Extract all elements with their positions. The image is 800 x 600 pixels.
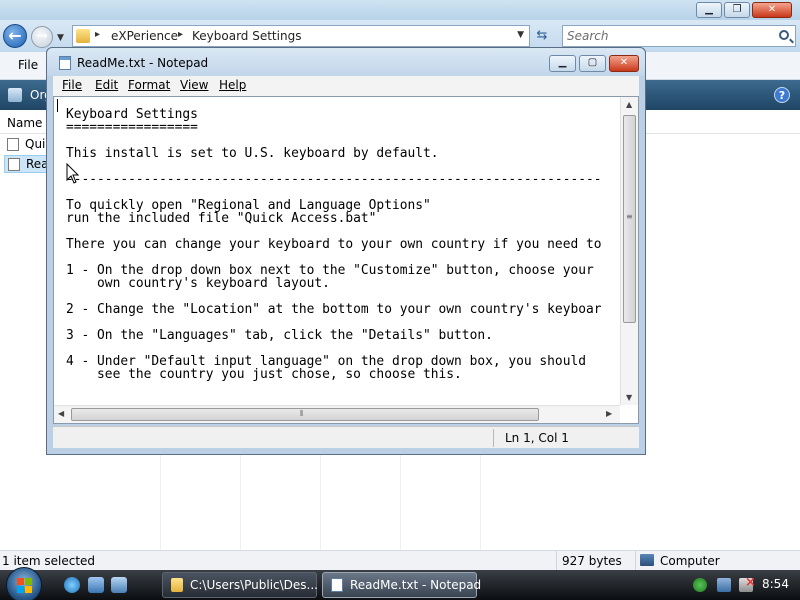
organize-icon [8, 88, 22, 102]
vertical-scrollbar[interactable]: ▲ ≡ ▼ [620, 97, 638, 405]
status-divider [635, 551, 636, 571]
folder-icon [171, 578, 183, 592]
explorer-titlebar[interactable]: ▁ ❐ ✕ [0, 0, 800, 20]
notepad-window: ReadMe.txt - Notepad ▁ ▢ ✕ File Edit For… [46, 47, 646, 455]
mouse-pointer-icon [66, 163, 80, 184]
start-button[interactable] [6, 567, 42, 600]
explorer-close-button[interactable]: ✕ [752, 2, 792, 18]
batch-file-icon [7, 138, 19, 151]
menu-help[interactable]: Help [219, 78, 246, 92]
recent-pages-chevron-icon[interactable]: ▼ [57, 33, 64, 43]
scroll-grip-icon: ⦀ [300, 409, 304, 418]
taskbar-button-explorer[interactable]: C:\Users\Public\Des... [162, 572, 318, 598]
taskbar-button-label: C:\Users\Public\Des... [190, 578, 318, 592]
explorer-statusbar: 1 item selected 927 bytes Computer [0, 550, 800, 571]
computer-icon [640, 554, 654, 566]
folder-icon [76, 29, 90, 43]
back-arrow-icon[interactable]: ← [3, 24, 27, 48]
cursor-position: Ln 1, Col 1 [505, 431, 569, 445]
menu-edit[interactable]: Edit [95, 78, 118, 92]
text-caret [57, 99, 58, 112]
menu-view[interactable]: View [180, 78, 208, 92]
notepad-icon [331, 578, 343, 592]
clock[interactable]: 8:54 [762, 577, 789, 591]
notepad-title: ReadMe.txt - Notepad [77, 56, 209, 70]
switch-windows-icon[interactable] [111, 577, 127, 593]
explorer-minimize-button[interactable]: ▁ [696, 2, 722, 18]
address-bar[interactable]: ▸ eXPerience ▸ Keyboard Settings ▼ [72, 25, 530, 47]
system-tray: 8:54 [685, 570, 800, 600]
file-name: Qui [25, 137, 46, 151]
security-shield-icon[interactable] [693, 578, 707, 592]
network-icon[interactable] [717, 578, 731, 592]
status-divider [493, 429, 494, 447]
text-file-icon [8, 158, 20, 171]
notepad-maximize-button[interactable]: ▢ [579, 55, 606, 72]
scroll-right-arrow-icon[interactable]: ▶ [606, 409, 612, 418]
column-gridline [160, 455, 161, 550]
status-size: 927 bytes [562, 554, 622, 568]
notepad-text-area[interactable]: Keyboard Settings ================= This… [53, 96, 639, 424]
show-desktop-icon[interactable] [88, 577, 104, 593]
notepad-icon[interactable] [59, 56, 71, 70]
horizontal-scroll-thumb[interactable]: ⦀ [71, 408, 539, 421]
refresh-icon[interactable]: ⇆ [532, 26, 552, 46]
horizontal-scrollbar[interactable]: ◀ ⦀ ▶ [54, 405, 620, 423]
status-location: Computer [660, 554, 720, 568]
notepad-window-controls: ▁ ▢ ✕ [549, 55, 639, 72]
scroll-grip-icon: ≡ [626, 212, 633, 221]
column-header-label: Name [7, 116, 43, 130]
status-selected-count: 1 item selected [2, 554, 96, 568]
column-gridline [320, 455, 321, 550]
notepad-minimize-button[interactable]: ▁ [549, 55, 576, 72]
breadcrumb-item[interactable]: eXPerience [111, 29, 178, 43]
document-text[interactable]: Keyboard Settings ================= This… [66, 108, 620, 408]
taskbar: C:\Users\Public\Des... ReadMe.txt - Note… [0, 567, 800, 600]
taskbar-button-notepad[interactable]: ReadMe.txt - Notepad [322, 572, 481, 598]
status-divider [556, 551, 557, 571]
scroll-down-arrow-icon[interactable]: ▼ [626, 393, 632, 402]
address-dropdown-chevron-icon[interactable]: ▼ [517, 30, 524, 40]
notepad-titlebar[interactable]: ReadMe.txt - Notepad ▁ ▢ ✕ [47, 48, 645, 76]
menu-format[interactable]: Format [128, 78, 170, 92]
menu-file[interactable]: File [18, 58, 38, 72]
menu-file[interactable]: File [62, 78, 82, 92]
notepad-close-button[interactable]: ✕ [609, 55, 639, 72]
column-gridline [240, 455, 241, 550]
notepad-menubar: File Edit Format View Help [53, 76, 639, 96]
search-placeholder: Search [567, 29, 609, 43]
breadcrumb-chevron-icon[interactable]: ▸ [95, 29, 100, 40]
explorer-restore-button[interactable]: ❐ [724, 2, 750, 18]
explorer-window-controls: ▁ ❐ ✕ [696, 2, 792, 18]
search-icon[interactable] [779, 30, 789, 40]
breadcrumb-item[interactable]: Keyboard Settings [192, 29, 301, 43]
breadcrumb-chevron-icon[interactable]: ▸ [178, 29, 183, 40]
column-gridline [480, 455, 481, 550]
forward-arrow-icon[interactable]: → [31, 26, 53, 48]
scroll-up-arrow-icon[interactable]: ▲ [626, 100, 632, 109]
internet-explorer-icon[interactable] [64, 577, 80, 593]
volume-muted-icon[interactable] [739, 575, 756, 592]
column-gridline [400, 455, 401, 550]
scroll-left-arrow-icon[interactable]: ◀ [58, 409, 64, 418]
vertical-scroll-thumb[interactable]: ≡ [623, 115, 636, 323]
notepad-statusbar: Ln 1, Col 1 [53, 426, 639, 448]
help-icon[interactable]: ? [774, 87, 790, 103]
search-input[interactable]: Search [562, 25, 796, 47]
taskbar-button-label: ReadMe.txt - Notepad [350, 578, 482, 592]
